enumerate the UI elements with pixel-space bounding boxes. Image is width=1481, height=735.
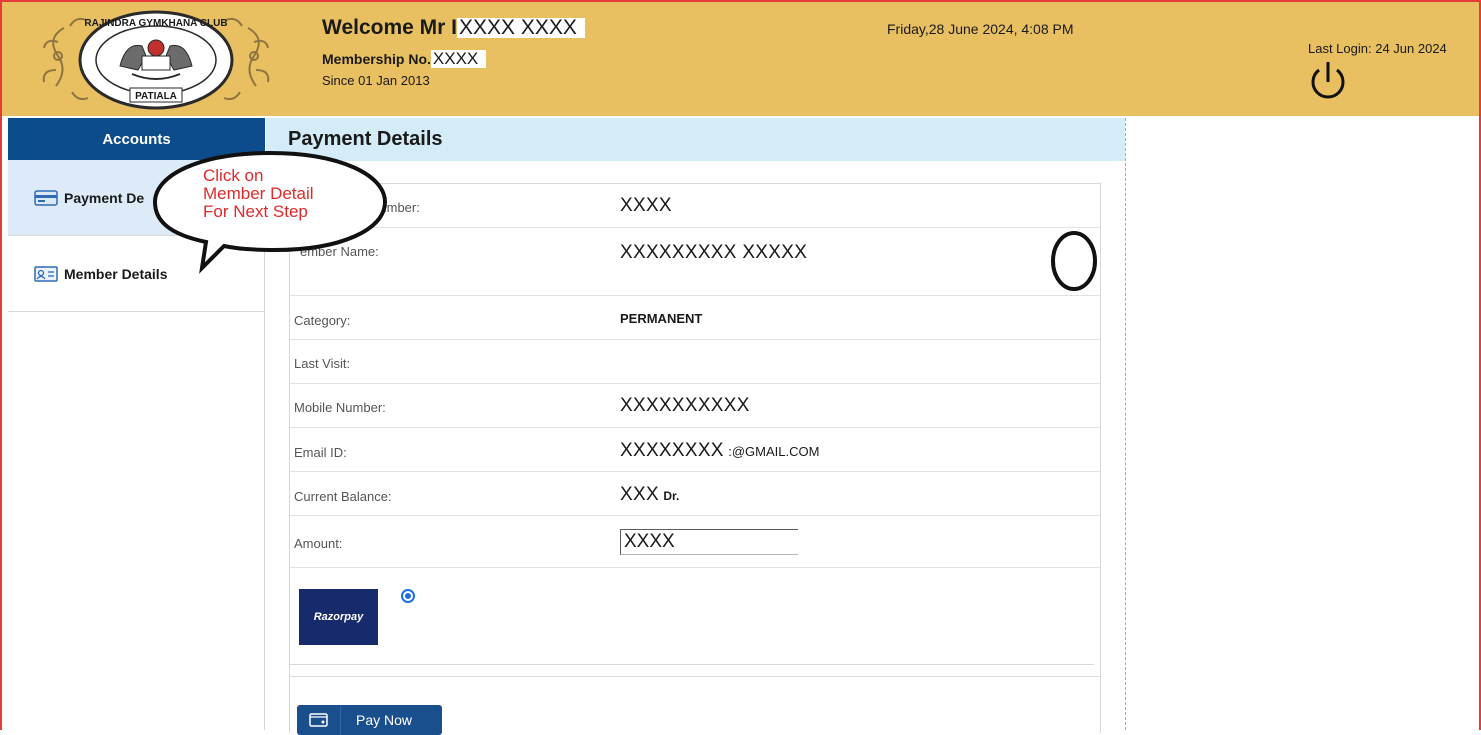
last-login: Last Login: 24 Jun 2024: [1308, 41, 1447, 56]
field-value: XXX Dr.: [620, 484, 679, 506]
detail-row-email: Email ID: XXXXXXXX :@GMAIL.COM: [290, 428, 1100, 472]
razorpay-logo[interactable]: Razorpay: [299, 589, 378, 645]
page-title: Payment Details: [266, 118, 1125, 161]
field-value: XXXXXXXXX XXXXX: [620, 242, 808, 263]
field-label: Number:: [370, 200, 420, 215]
club-logo: RAJINDRA GYMKHANA CLUB PATIALA: [42, 10, 270, 110]
header-bar: RAJINDRA GYMKHANA CLUB PATIALA Welcome M…: [2, 2, 1479, 116]
detail-row-member-name: ember Name: XXXXXXXXX XXXXX: [290, 228, 1100, 296]
divider: [290, 664, 1094, 665]
field-value: XXXX: [620, 195, 672, 216]
card-icon: [34, 189, 58, 207]
field-value: XXXXXXXX :@GMAIL.COM: [620, 440, 819, 462]
field-label: Mobile Number:: [294, 400, 386, 415]
field-label: Email ID:: [294, 445, 347, 460]
detail-row-amount: Amount:: [290, 516, 1100, 568]
balance-type: Dr.: [663, 489, 680, 503]
callout-line: Member Detail: [203, 184, 314, 203]
detail-row-balance: Current Balance: XXX Dr.: [290, 472, 1100, 516]
field-label: Last Visit:: [294, 356, 351, 371]
detail-row-category: Category: PERMANENT: [290, 296, 1100, 340]
amount-input[interactable]: [620, 529, 798, 555]
content-divider: [1125, 118, 1126, 730]
razorpay-radio[interactable]: [401, 589, 415, 603]
welcome-text: Welcome Mr IXXXX XXXX: [322, 16, 585, 40]
field-value: PERMANENT: [620, 311, 703, 326]
svg-text:PATIALA: PATIALA: [135, 91, 177, 102]
membership-label: Membership No.: [322, 51, 431, 67]
payment-details-panel: Number: XXXX ember Name: XXXXXXXXX XXXXX…: [289, 183, 1101, 735]
membership-number: Membership No. XXXX: [322, 50, 487, 68]
detail-row-number: Number: XXXX: [290, 184, 1100, 228]
sidebar-item-label: Payment De: [64, 189, 145, 206]
pay-now-label: Pay Now: [356, 712, 413, 728]
field-label: ember Name:: [300, 244, 379, 259]
callout-line: For Next Step: [203, 202, 308, 221]
divider: [290, 676, 1100, 677]
wallet-icon: [297, 705, 341, 735]
sidebar-item-member-details[interactable]: Member Details: [8, 236, 265, 312]
pay-now-button[interactable]: Pay Now: [297, 705, 442, 735]
id-card-icon: [34, 265, 58, 283]
field-label: Amount:: [294, 536, 343, 551]
callout-text: Click on Member Detail For Next Step: [203, 167, 314, 221]
detail-row-mobile: Mobile Number: XXXXXXXXXX: [290, 384, 1100, 428]
callout-line: Click on: [203, 166, 264, 185]
member-name-redacted: XXXX XXXX: [456, 17, 585, 38]
email-redacted: XXXXXXXX: [620, 440, 724, 461]
email-domain: :@GMAIL.COM: [728, 444, 820, 459]
sidebar-item-label: Member Details: [64, 265, 168, 282]
svg-text:RAJINDRA GYMKHANA CLUB: RAJINDRA GYMKHANA CLUB: [84, 18, 227, 29]
field-label: Category:: [294, 313, 351, 328]
balance-redacted: XXX: [620, 484, 659, 505]
field-value: XXXXXXXXXX: [620, 395, 750, 416]
detail-row-last-visit: Last Visit:: [290, 340, 1100, 384]
current-datetime: Friday,28 June 2024, 4:08 PM: [887, 21, 1074, 37]
membership-no-redacted: XXXX: [430, 50, 487, 68]
member-since: Since 01 Jan 2013: [322, 73, 430, 88]
power-icon[interactable]: [1309, 60, 1347, 102]
welcome-prefix: Welcome Mr I: [322, 16, 457, 39]
field-label: Current Balance:: [294, 489, 392, 504]
sidebar-title: Accounts: [8, 118, 265, 160]
